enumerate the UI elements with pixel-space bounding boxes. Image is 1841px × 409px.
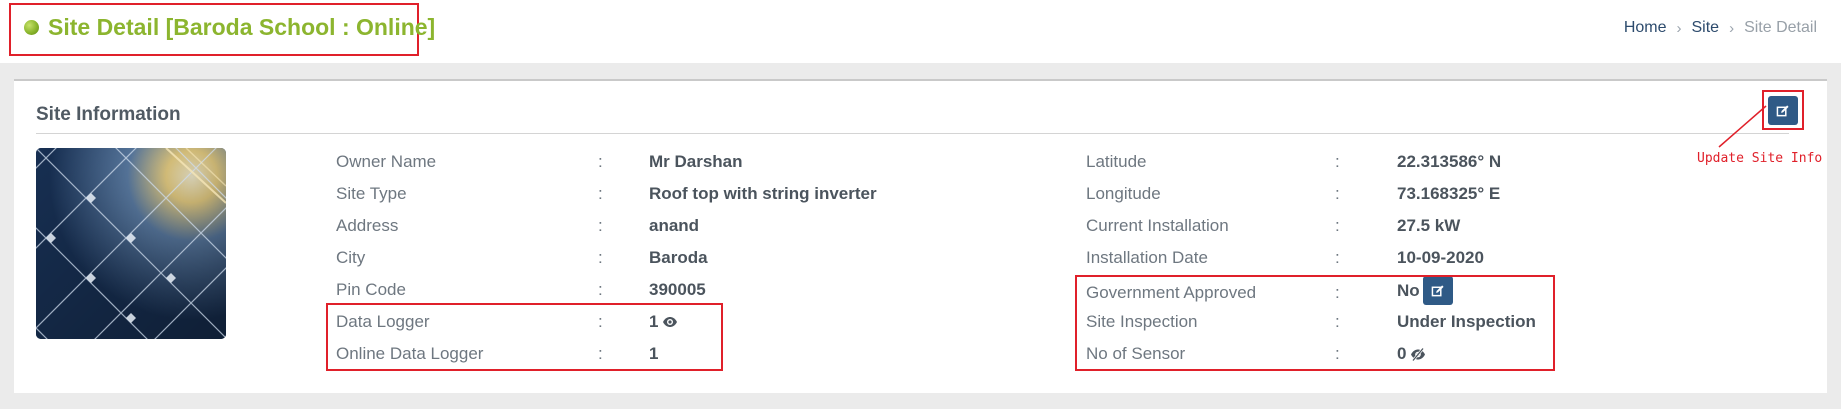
installation-date-label: Installation Date xyxy=(1086,248,1208,267)
breadcrumb-home[interactable]: Home xyxy=(1624,19,1667,37)
breadcrumb-site-detail: Site Detail xyxy=(1744,19,1817,36)
chevron-right-icon: › xyxy=(1676,19,1682,37)
separator: : xyxy=(1335,248,1340,267)
site-information-card: Site Information Update Site Info Owner … xyxy=(14,79,1827,393)
separator: : xyxy=(598,280,603,299)
site-image xyxy=(36,148,226,339)
approval-inspection-highlight-box xyxy=(1075,275,1555,371)
separator: : xyxy=(1335,152,1340,171)
separator: : xyxy=(598,184,603,203)
latitude-label: Latitude xyxy=(1086,152,1147,171)
pin-code-value: 390005 xyxy=(649,280,706,299)
owner-name-label: Owner Name xyxy=(336,152,437,171)
address-value: anand xyxy=(649,216,700,235)
installation-date-value: 10-09-2020 xyxy=(1397,248,1484,267)
separator: : xyxy=(1335,216,1340,235)
city-value: Baroda xyxy=(649,248,708,267)
site-type-value: Roof top with string inverter xyxy=(649,184,877,203)
page-title: Site Detail [Baroda School : Online] xyxy=(48,14,436,40)
separator: : xyxy=(1335,184,1340,203)
longitude-value: 73.168325° E xyxy=(1397,184,1501,203)
owner-name-value: Mr Darshan xyxy=(649,152,743,171)
update-site-info-annotation: Update Site Info xyxy=(1697,151,1823,166)
breadcrumb-site[interactable]: Site xyxy=(1692,19,1720,37)
address-label: Address xyxy=(336,216,399,235)
online-status-icon xyxy=(24,20,39,35)
chevron-right-icon: › xyxy=(1729,19,1735,37)
current-installation-value: 27.5 kW xyxy=(1397,216,1461,235)
data-logger-highlight-box xyxy=(326,303,723,371)
current-installation-label: Current Installation xyxy=(1086,216,1229,235)
site-type-label: Site Type xyxy=(336,184,407,203)
annotation-arrow xyxy=(1718,105,1767,148)
separator: : xyxy=(598,152,603,171)
separator: : xyxy=(598,216,603,235)
top-bar: Site Detail [Baroda School : Online] Hom… xyxy=(0,0,1841,63)
separator: : xyxy=(598,248,603,267)
longitude-label: Longitude xyxy=(1086,184,1161,203)
pin-code-label: Pin Code xyxy=(336,280,406,299)
city-label: City xyxy=(336,248,366,267)
breadcrumb: Home › Site › Site Detail xyxy=(1624,19,1817,37)
latitude-value: 22.313586° N xyxy=(1397,152,1502,171)
